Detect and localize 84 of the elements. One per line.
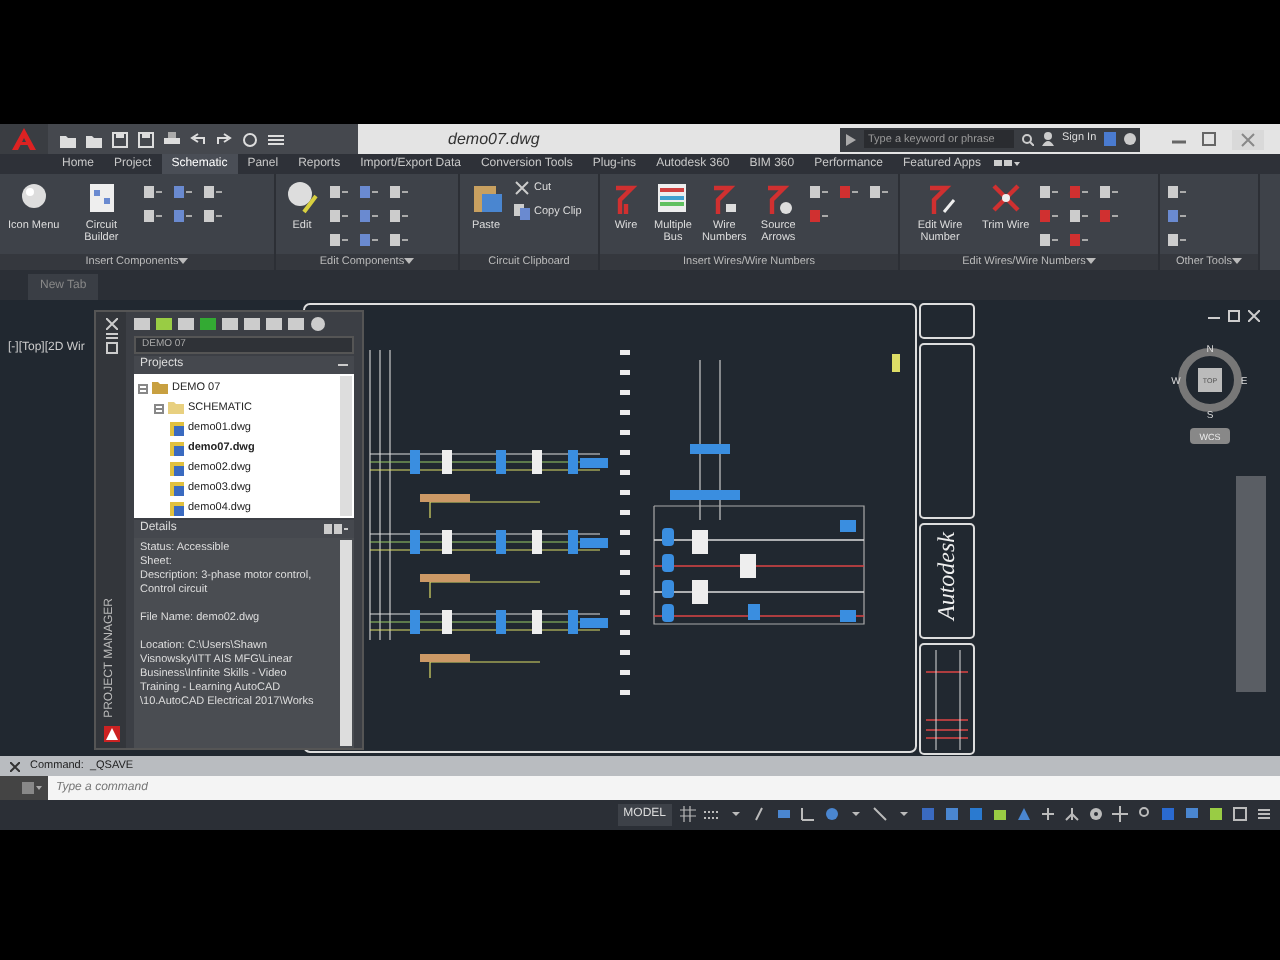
- layers-icon[interactable]: [992, 806, 1008, 822]
- gear-icon[interactable]: [1088, 806, 1104, 822]
- tool-icon[interactable]: [203, 184, 222, 200]
- tool-icon[interactable]: [1099, 208, 1118, 224]
- help-icon[interactable]: [310, 316, 326, 332]
- plus-icon[interactable]: [1112, 806, 1128, 822]
- magnifier-icon: [284, 180, 320, 216]
- panel-toggle-icon[interactable]: [991, 154, 1020, 172]
- tool-icon[interactable]: [360, 208, 378, 224]
- pin-icon[interactable]: [1136, 806, 1152, 822]
- tool-icon[interactable]: [1039, 208, 1058, 224]
- tool-icon[interactable]: [143, 208, 162, 224]
- tool-icon[interactable]: [390, 232, 408, 248]
- angle-icon[interactable]: [800, 806, 816, 822]
- tool-icon[interactable]: [1069, 208, 1088, 224]
- menu-icon[interactable]: [105, 330, 117, 342]
- copy-icon: [514, 204, 530, 221]
- restore-icon[interactable]: [1228, 310, 1240, 322]
- tool-icon[interactable]: [1099, 184, 1118, 200]
- app-logo-icon: [103, 726, 119, 742]
- tool-icon[interactable]: [360, 184, 378, 200]
- tool-icon[interactable]: [1168, 208, 1186, 224]
- window-icon[interactable]: [1232, 806, 1248, 822]
- tool-icon[interactable]: [330, 208, 348, 224]
- compass-ring[interactable]: [1178, 348, 1242, 412]
- scissors-icon: [514, 180, 530, 197]
- expander-icon[interactable]: [154, 403, 164, 413]
- properties-icon[interactable]: [105, 342, 117, 354]
- tool-icon[interactable]: [1168, 232, 1186, 248]
- tool-icon[interactable]: [390, 208, 408, 224]
- caret-icon[interactable]: [896, 806, 912, 822]
- tool-icon[interactable]: [810, 184, 828, 200]
- caret-icon[interactable]: [846, 133, 856, 145]
- undo-icon[interactable]: [190, 131, 206, 147]
- line-icon[interactable]: [872, 806, 888, 822]
- grid-icon[interactable]: [680, 806, 696, 822]
- user-icon[interactable]: [1042, 132, 1054, 146]
- tool-icon[interactable]: [330, 184, 348, 200]
- tool-icon[interactable]: [810, 208, 828, 224]
- tool-icon[interactable]: [330, 232, 348, 248]
- tool-icon[interactable]: [143, 184, 162, 200]
- caret-icon[interactable]: [178, 257, 189, 266]
- help-icon[interactable]: [1124, 132, 1137, 146]
- caret-icon[interactable]: [728, 806, 744, 822]
- caret-icon[interactable]: [1085, 257, 1096, 266]
- scrollbar[interactable]: [340, 540, 352, 746]
- collapse-icon[interactable]: [338, 362, 348, 368]
- command-menu-icon[interactable]: [20, 780, 44, 796]
- polar-icon[interactable]: [824, 806, 840, 822]
- tool-icon[interactable]: [390, 184, 408, 200]
- tool-icon[interactable]: [1039, 184, 1058, 200]
- tool-icon[interactable]: [203, 208, 222, 224]
- maximize-icon[interactable]: [1202, 132, 1216, 146]
- close-icon[interactable]: [10, 761, 20, 771]
- document-title: demo07.dwg: [446, 127, 542, 151]
- tool-icon[interactable]: [1069, 232, 1088, 248]
- ortho-icon[interactable]: [776, 806, 792, 822]
- tool-icon[interactable]: [360, 232, 378, 248]
- square-icon[interactable]: [1160, 806, 1176, 822]
- bus-icon: [654, 180, 691, 216]
- caret-icon[interactable]: [848, 806, 864, 822]
- menu-icon[interactable]: [268, 131, 284, 147]
- snap-icon[interactable]: [704, 806, 720, 822]
- tool-icon[interactable]: [1168, 184, 1186, 200]
- tool-icon[interactable]: [1039, 232, 1058, 248]
- menu-icon[interactable]: [1256, 806, 1272, 822]
- caret-icon[interactable]: [1232, 257, 1243, 266]
- printer-icon[interactable]: [164, 131, 180, 147]
- clipboard-icon: [468, 180, 504, 216]
- scrollbar[interactable]: [340, 376, 352, 516]
- tool-icon[interactable]: [173, 184, 192, 200]
- panel-controls-icon[interactable]: [324, 524, 348, 534]
- tool-icon[interactable]: [870, 184, 888, 200]
- redo-icon[interactable]: [216, 131, 232, 147]
- square-icon[interactable]: [920, 806, 936, 822]
- square-icon[interactable]: [968, 806, 984, 822]
- tool-icon[interactable]: [173, 208, 192, 224]
- title-block-logo: Autodesk: [932, 532, 960, 620]
- tool-icon[interactable]: [840, 184, 858, 200]
- tool-icon[interactable]: [1069, 184, 1088, 200]
- square-icon[interactable]: [944, 806, 960, 822]
- caret-icon[interactable]: [404, 257, 415, 266]
- expander-icon[interactable]: [138, 383, 148, 393]
- scissors-icon: [987, 180, 1024, 216]
